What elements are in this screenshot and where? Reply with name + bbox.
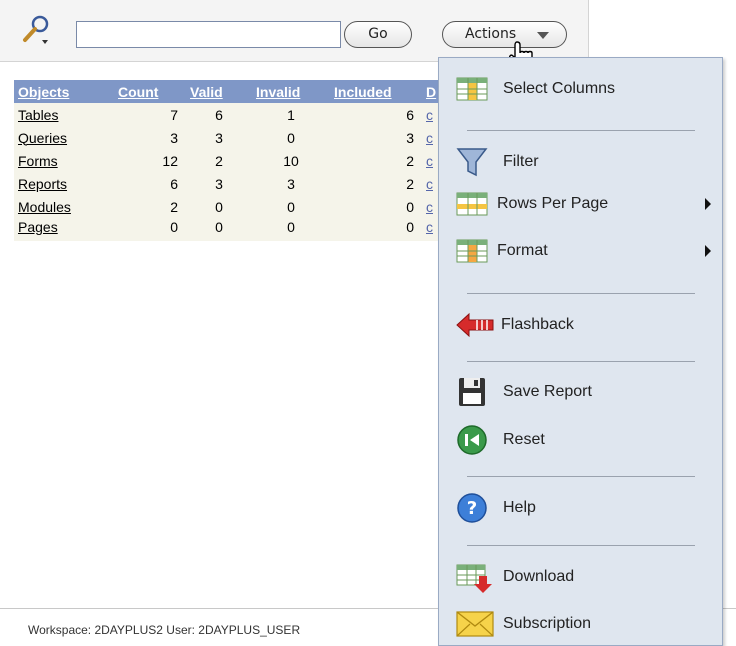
menu-item-help[interactable]: ? Help [439, 491, 724, 525]
menu-divider [467, 545, 695, 546]
menu-item-label: Save Report [503, 383, 592, 400]
actions-menu: Select Columns Filter Rows Per Page Form… [438, 57, 723, 646]
count-cell: 2 [170, 198, 178, 215]
reset-icon [455, 423, 489, 457]
column-header-valid[interactable]: Valid [186, 80, 252, 103]
invalid-cell: 10 [283, 152, 299, 169]
invalid-cell: 1 [287, 106, 295, 123]
workspace-user-info: Workspace: 2DAYPLUS2 User: 2DAYPLUS_USER [28, 623, 301, 637]
object-link-queries[interactable]: Queries [18, 130, 67, 146]
search-input[interactable] [76, 21, 341, 48]
menu-item-label: Download [503, 568, 575, 585]
download-icon [455, 560, 492, 594]
invalid-cell: 0 [287, 218, 295, 235]
menu-item-label: Help [503, 499, 536, 516]
menu-item-label: Format [497, 242, 548, 259]
invalid-cell: 3 [287, 175, 295, 192]
menu-item-label: Filter [503, 153, 539, 170]
invalid-cell: 0 [287, 198, 295, 215]
floppy-disk-icon [455, 375, 489, 409]
valid-cell: 2 [215, 152, 223, 169]
column-header-invalid[interactable]: Invalid [252, 80, 330, 103]
envelope-icon [455, 607, 494, 641]
included-cell: 0 [406, 218, 414, 235]
menu-item-label: Subscription [503, 615, 592, 632]
menu-item-format[interactable]: Format [439, 234, 724, 268]
included-cell: 2 [406, 175, 414, 192]
count-cell: 12 [162, 152, 178, 169]
valid-cell: 0 [215, 198, 223, 215]
object-link-pages[interactable]: Pages [18, 219, 58, 235]
table-format-icon [455, 234, 489, 268]
search-icon[interactable] [20, 13, 54, 47]
search-toolbar: Go Actions [0, 0, 589, 62]
count-cell: 3 [170, 129, 178, 146]
chevron-down-icon [537, 32, 549, 39]
count-cell: 7 [170, 106, 178, 123]
valid-cell: 3 [215, 175, 223, 192]
go-button[interactable]: Go [344, 21, 412, 48]
valid-cell: 0 [215, 218, 223, 235]
menu-item-rows-per-page[interactable]: Rows Per Page [439, 187, 724, 221]
column-header-included[interactable]: Included [330, 80, 422, 103]
menu-divider [467, 361, 695, 362]
menu-item-label: Reset [503, 431, 545, 448]
column-header-objects[interactable]: Objects [14, 80, 114, 103]
count-cell: 6 [170, 175, 178, 192]
menu-item-flashback[interactable]: Flashback [439, 308, 724, 342]
invalid-cell: 0 [287, 129, 295, 146]
column-header-count[interactable]: Count [114, 80, 186, 103]
valid-cell: 6 [215, 106, 223, 123]
table-columns-icon [455, 72, 489, 106]
submenu-arrow-icon [705, 198, 711, 210]
menu-item-label: Select Columns [503, 80, 616, 97]
back-arrow-icon [455, 308, 494, 342]
menu-item-reset[interactable]: Reset [439, 423, 724, 457]
menu-divider [467, 293, 695, 294]
menu-divider [467, 476, 695, 477]
included-cell: 3 [406, 129, 414, 146]
menu-item-save-report[interactable]: Save Report [439, 375, 724, 409]
menu-item-label: Rows Per Page [497, 195, 609, 212]
count-cell: 0 [170, 218, 178, 235]
submenu-arrow-icon [705, 245, 711, 257]
menu-item-subscription[interactable]: Subscription [439, 607, 724, 641]
object-link-reports[interactable]: Reports [18, 176, 67, 192]
object-link-modules[interactable]: Modules [18, 199, 71, 215]
valid-cell: 3 [215, 129, 223, 146]
menu-item-select-columns[interactable]: Select Columns [439, 72, 724, 106]
included-cell: 2 [406, 152, 414, 169]
menu-item-filter[interactable]: Filter [439, 145, 724, 179]
object-link-forms[interactable]: Forms [18, 153, 58, 169]
included-cell: 6 [406, 106, 414, 123]
table-rows-icon [455, 187, 489, 221]
actions-button[interactable]: Actions [442, 21, 567, 48]
svg-text:?: ? [467, 498, 477, 519]
menu-item-download[interactable]: Download [439, 560, 724, 594]
menu-item-label: Flashback [501, 316, 574, 333]
object-link-tables[interactable]: Tables [18, 107, 58, 123]
help-icon: ? [455, 491, 489, 525]
included-cell: 0 [406, 198, 414, 215]
menu-divider [467, 130, 695, 131]
funnel-icon [455, 145, 489, 179]
